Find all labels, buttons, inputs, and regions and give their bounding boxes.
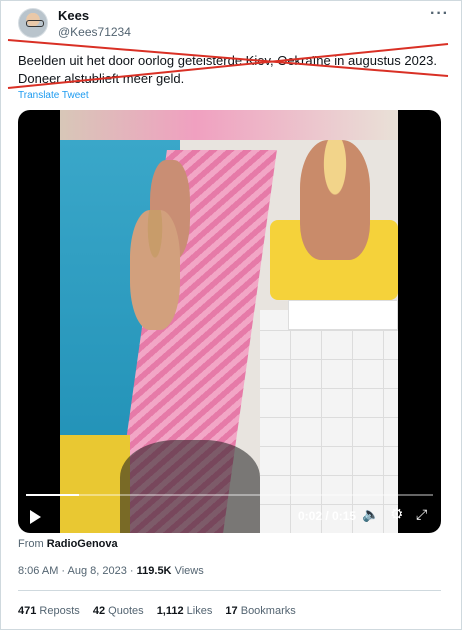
video-time: 0:02 / 0:15 bbox=[298, 509, 357, 523]
views-label: Views bbox=[171, 565, 204, 577]
person-on-sunbed bbox=[300, 140, 370, 260]
person-by-pool bbox=[130, 210, 180, 330]
engagement-stats: 471 Reposts 42 Quotes 1,112 Likes 17 Boo… bbox=[18, 605, 296, 617]
quotes-stat[interactable]: 42 Quotes bbox=[93, 605, 144, 617]
avatar[interactable] bbox=[18, 8, 48, 38]
source-prefix: From bbox=[18, 538, 44, 550]
likes-stat[interactable]: 1,112 Likes bbox=[157, 605, 213, 617]
shadow bbox=[120, 440, 260, 533]
views-count: 119.5K bbox=[136, 565, 172, 577]
video-player[interactable]: 0:02 / 0:15 🔈 ⚙ ⤢ bbox=[18, 110, 441, 533]
settings-gear-icon[interactable]: ⚙ bbox=[390, 505, 403, 523]
tweet-text: Beelden uit het door oorlog geteisterde … bbox=[18, 52, 448, 88]
video-progress-fill bbox=[26, 494, 79, 496]
source-account-link[interactable]: RadioGenova bbox=[47, 538, 118, 550]
fullscreen-icon[interactable]: ⤢ bbox=[416, 506, 427, 523]
bookmarks-stat[interactable]: 17 Bookmarks bbox=[225, 605, 295, 617]
play-icon[interactable] bbox=[30, 510, 41, 524]
timestamp[interactable]: 8:06 AM · Aug 8, 2023 · bbox=[18, 565, 137, 577]
author-name[interactable]: Kees bbox=[58, 8, 89, 23]
video-source: From RadioGenova bbox=[18, 538, 118, 550]
more-options-icon[interactable]: ··· bbox=[430, 5, 449, 23]
author-handle[interactable]: @Kees71234 bbox=[58, 25, 131, 39]
video-frame bbox=[60, 110, 398, 533]
tweet-meta: 8:06 AM · Aug 8, 2023 · 119.5K Views bbox=[18, 565, 204, 577]
reposts-stat[interactable]: 471 Reposts bbox=[18, 605, 80, 617]
tweet-text-line-2: Doneer alstublieft meer geld. bbox=[18, 71, 185, 86]
tweet-text-line-1: Beelden uit het door oorlog geteisterde … bbox=[18, 53, 437, 68]
tiled-floor bbox=[260, 310, 398, 533]
divider bbox=[18, 590, 441, 591]
video-progress-bar[interactable] bbox=[26, 494, 433, 496]
volume-icon[interactable]: 🔈 bbox=[362, 506, 379, 523]
translate-tweet-link[interactable]: Translate Tweet bbox=[18, 90, 89, 101]
